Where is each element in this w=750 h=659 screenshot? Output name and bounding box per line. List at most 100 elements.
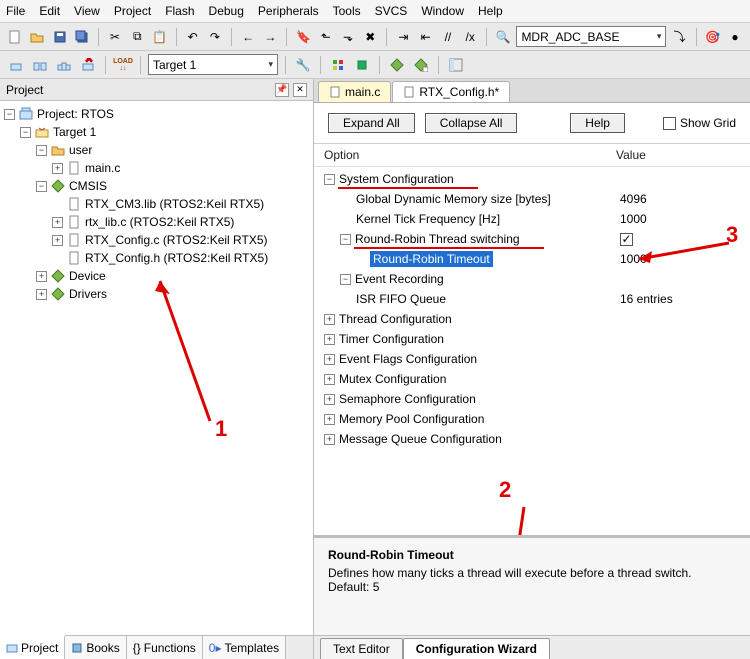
find-combo[interactable]: MDR_ADC_BASE ▾ bbox=[516, 26, 666, 47]
menu-flash[interactable]: Flash bbox=[165, 4, 194, 18]
comment-icon[interactable]: // bbox=[439, 27, 457, 47]
tree-rtx-cm3[interactable]: RTX_CM3.lib (RTOS2:Keil RTX5) bbox=[2, 195, 311, 213]
options-icon[interactable]: 🔧 bbox=[293, 55, 313, 75]
cfg-semaphore[interactable]: + Semaphore Configuration bbox=[324, 389, 740, 409]
rte-diamond2-icon[interactable] bbox=[411, 55, 431, 75]
cut-icon[interactable]: ✂ bbox=[106, 27, 124, 47]
expander-icon[interactable]: + bbox=[324, 414, 335, 425]
cfg-timer[interactable]: + Timer Configuration bbox=[324, 329, 740, 349]
file-tab-rtx-config[interactable]: RTX_Config.h* bbox=[392, 81, 510, 102]
expander-icon[interactable]: + bbox=[52, 163, 63, 174]
rebuild-icon[interactable] bbox=[30, 55, 50, 75]
debug-icon[interactable]: 🎯 bbox=[704, 27, 722, 47]
open-file-icon[interactable] bbox=[28, 27, 46, 47]
tab-project[interactable]: Project bbox=[0, 635, 65, 659]
save-icon[interactable] bbox=[51, 27, 69, 47]
menu-help[interactable]: Help bbox=[478, 4, 503, 18]
tree-rtx-config-h[interactable]: RTX_Config.h (RTOS2:Keil RTX5) bbox=[2, 249, 311, 267]
expander-icon[interactable]: − bbox=[324, 174, 335, 185]
help-button[interactable]: Help bbox=[570, 113, 625, 133]
undo-icon[interactable]: ↶ bbox=[184, 27, 202, 47]
expander-icon[interactable]: − bbox=[4, 109, 15, 120]
tab-text-editor[interactable]: Text Editor bbox=[320, 638, 403, 659]
expander-icon[interactable]: − bbox=[340, 274, 351, 285]
tree-main-c[interactable]: + main.c bbox=[2, 159, 311, 177]
expander-icon[interactable]: + bbox=[324, 394, 335, 405]
cfg-memory-pool[interactable]: + Memory Pool Configuration bbox=[324, 409, 740, 429]
bookmark-icon[interactable]: 🔖 bbox=[294, 27, 312, 47]
cfg-event-flags[interactable]: + Event Flags Configuration bbox=[324, 349, 740, 369]
tab-functions[interactable]: {} Functions bbox=[127, 636, 203, 659]
find-icon[interactable]: 🔍 bbox=[494, 27, 512, 47]
cfg-global-memory[interactable]: Global Dynamic Memory size [bytes] 4096 bbox=[324, 189, 740, 209]
breakpoint-icon[interactable]: ● bbox=[726, 27, 744, 47]
tree-cmsis-folder[interactable]: − CMSIS bbox=[2, 177, 311, 195]
expander-icon[interactable]: − bbox=[36, 145, 47, 156]
new-file-icon[interactable] bbox=[6, 27, 24, 47]
cfg-round-robin-timeout[interactable]: Round-Robin Timeout 1000 bbox=[324, 249, 740, 269]
expander-icon[interactable]: − bbox=[20, 127, 31, 138]
nav-fwd-icon[interactable]: → bbox=[261, 27, 279, 47]
menu-tools[interactable]: Tools bbox=[333, 4, 361, 18]
batch-build-icon[interactable] bbox=[54, 55, 74, 75]
cfg-thread[interactable]: + Thread Configuration bbox=[324, 309, 740, 329]
expander-icon[interactable]: + bbox=[324, 374, 335, 385]
save-all-icon[interactable] bbox=[73, 27, 91, 47]
tree-device-folder[interactable]: + Device bbox=[2, 267, 311, 285]
tab-templates[interactable]: 0▸ Templates bbox=[203, 636, 286, 659]
build-icon[interactable] bbox=[6, 55, 26, 75]
tree-user-folder[interactable]: − user bbox=[2, 141, 311, 159]
cfg-round-robin-value[interactable]: ✓ bbox=[620, 232, 740, 246]
tree-root[interactable]: − Project: RTOS bbox=[2, 105, 311, 123]
menu-debug[interactable]: Debug bbox=[209, 4, 244, 18]
find-next-icon[interactable]: ⤵ bbox=[670, 27, 688, 47]
redo-icon[interactable]: ↷ bbox=[206, 27, 224, 47]
tree-rtx-config-c[interactable]: + RTX_Config.c (RTOS2:Keil RTX5) bbox=[2, 231, 311, 249]
cfg-kernel-tick-value[interactable]: 1000 bbox=[620, 212, 740, 226]
menu-view[interactable]: View bbox=[74, 4, 100, 18]
expander-icon[interactable]: − bbox=[340, 234, 351, 245]
tree-target[interactable]: − Target 1 bbox=[2, 123, 311, 141]
config-tree[interactable]: − System Configuration Global Dynamic Me… bbox=[314, 167, 750, 535]
expander-icon[interactable]: + bbox=[324, 354, 335, 365]
indent-icon[interactable]: ⇥ bbox=[394, 27, 412, 47]
pack-icon[interactable] bbox=[352, 55, 372, 75]
menu-edit[interactable]: Edit bbox=[39, 4, 60, 18]
download-icon[interactable]: LOAD↓↓ bbox=[113, 55, 133, 75]
project-tree[interactable]: − Project: RTOS − Target 1 − user + mai bbox=[0, 101, 313, 635]
copy-icon[interactable]: ⧉ bbox=[128, 27, 146, 47]
panel-close-icon[interactable]: ✕ bbox=[293, 83, 307, 97]
menu-svcs[interactable]: SVCS bbox=[375, 4, 408, 18]
panel-pin-icon[interactable]: 📌 bbox=[275, 83, 289, 97]
expander-icon[interactable]: + bbox=[52, 217, 63, 228]
cfg-message-queue[interactable]: + Message Queue Configuration bbox=[324, 429, 740, 449]
uncomment-icon[interactable]: /x bbox=[461, 27, 479, 47]
bookmark-clear-icon[interactable]: ✖ bbox=[361, 27, 379, 47]
file-tab-main-c[interactable]: main.c bbox=[318, 81, 391, 102]
bookmark-prev-icon[interactable]: ⬑ bbox=[317, 27, 335, 47]
cfg-event-recording[interactable]: − Event Recording bbox=[324, 269, 740, 289]
expand-all-button[interactable]: Expand All bbox=[328, 113, 415, 133]
cfg-isr-fifo[interactable]: ISR FIFO Queue 16 entries bbox=[324, 289, 740, 309]
nav-back-icon[interactable]: ← bbox=[239, 27, 257, 47]
cfg-kernel-tick[interactable]: Kernel Tick Frequency [Hz] 1000 bbox=[324, 209, 740, 229]
cfg-system-configuration[interactable]: − System Configuration bbox=[324, 169, 740, 189]
tab-config-wizard[interactable]: Configuration Wizard bbox=[403, 638, 550, 659]
cfg-round-robin[interactable]: − Round-Robin Thread switching ✓ bbox=[324, 229, 740, 249]
bookmark-next-icon[interactable]: ⬎ bbox=[339, 27, 357, 47]
menu-peripherals[interactable]: Peripherals bbox=[258, 4, 319, 18]
tree-drivers-folder[interactable]: + Drivers bbox=[2, 285, 311, 303]
expander-icon[interactable]: + bbox=[52, 235, 63, 246]
cfg-mutex[interactable]: + Mutex Configuration bbox=[324, 369, 740, 389]
tree-rtx-lib[interactable]: + rtx_lib.c (RTOS2:Keil RTX5) bbox=[2, 213, 311, 231]
expander-icon[interactable]: + bbox=[36, 271, 47, 282]
cfg-isr-fifo-value[interactable]: 16 entries bbox=[620, 292, 740, 306]
paste-icon[interactable]: 📋 bbox=[150, 27, 168, 47]
collapse-all-button[interactable]: Collapse All bbox=[425, 113, 518, 133]
rte-diamond-icon[interactable] bbox=[387, 55, 407, 75]
cfg-round-robin-timeout-value[interactable]: 1000 bbox=[620, 252, 740, 266]
expander-icon[interactable]: + bbox=[324, 314, 335, 325]
manage-rte-icon[interactable] bbox=[328, 55, 348, 75]
menu-file[interactable]: File bbox=[6, 4, 25, 18]
expander-icon[interactable]: + bbox=[324, 434, 335, 445]
